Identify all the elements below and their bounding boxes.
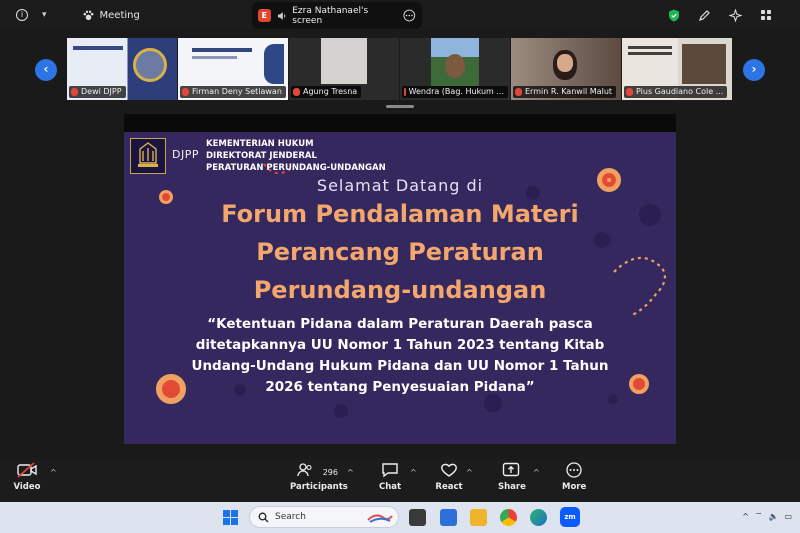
mic-muted-icon [404, 88, 406, 96]
participant-tile[interactable]: Agung Tresna [289, 38, 399, 100]
search-placeholder: Search [275, 512, 306, 522]
windows-logo-icon [223, 510, 238, 525]
speaker-icon [277, 11, 285, 20]
thumbnail-detail [628, 46, 672, 49]
meeting-menu[interactable]: Meeting [83, 10, 140, 21]
screen-share-indicator[interactable]: E Ezra Nathanael's screen [252, 2, 422, 29]
thumbnail-detail [264, 44, 284, 84]
ministry-heading: KEMENTERIAN HUKUM DIREKTORAT JENDERAL PE… [206, 139, 386, 173]
participant-name-label: Ermin R. Kanwil Malut [513, 86, 617, 98]
participant-name-label: Pius Gaudiano Cole ... [624, 86, 728, 98]
strip-resize-handle[interactable] [386, 105, 414, 108]
more-options-icon[interactable] [403, 9, 416, 22]
participant-tile[interactable]: Ermin R. Kanwil Malut [511, 38, 621, 100]
meeting-label: Meeting [99, 9, 140, 21]
share-options-caret[interactable]: ^ [533, 468, 540, 477]
edge-icon[interactable] [530, 509, 547, 526]
share-label: Ezra Nathanael's screen [292, 5, 369, 26]
search-icon [258, 512, 269, 522]
mic-muted-icon [182, 88, 189, 96]
participant-tile[interactable]: Firman Deny Setiawan [178, 38, 288, 100]
network-wifi-icon[interactable]: ⌔ [755, 511, 763, 521]
paw-icon [83, 10, 93, 20]
start-button[interactable] [222, 509, 239, 526]
participant-tile[interactable]: Dewi DJPP [67, 38, 177, 100]
thumbnail-detail [192, 48, 252, 52]
sparkle-icon[interactable] [729, 8, 742, 22]
participant-name-label: Wendra (Bag. Hukum ... [402, 86, 508, 98]
djpp-logo-text: DJPP [172, 148, 199, 161]
thumbnail-detail [445, 54, 465, 78]
participant-name-label: Firman Deny Setiawan [180, 86, 286, 98]
notepad-icon[interactable] [440, 509, 457, 526]
thumbnail-detail [628, 52, 672, 55]
participant-name-label: Agung Tresna [291, 86, 362, 98]
windows-taskbar: Search zm ^ ⌔ 🔈 ▭ [0, 502, 800, 533]
mic-muted-icon [293, 88, 300, 96]
annotate-pen-icon[interactable] [698, 9, 711, 22]
chat-icon [382, 463, 398, 478]
thumbnail-detail [192, 56, 237, 59]
security-shield-icon[interactable] [668, 9, 680, 22]
forum-title-line-2: Perancang Peraturan [256, 238, 544, 266]
thumbnail-detail [682, 44, 726, 84]
participant-name-label: Dewi DJPP [69, 86, 126, 98]
thumbnail-detail [73, 46, 123, 50]
mic-muted-icon [71, 88, 78, 96]
chat-options-caret[interactable]: ^ [410, 468, 417, 477]
participants-button[interactable]: 296 Participants [290, 462, 348, 492]
more-button[interactable]: More [562, 462, 586, 492]
share-button[interactable]: Share [498, 462, 526, 492]
battery-icon[interactable]: ▭ [784, 512, 792, 521]
forum-title-line-3: Perundang-undangan [253, 276, 547, 304]
chrome-icon[interactable] [500, 509, 517, 526]
info-icon[interactable]: i [16, 9, 28, 21]
share-screen-icon [502, 462, 520, 477]
participants-count: 296 [322, 467, 338, 477]
volume-icon[interactable]: 🔈 [768, 512, 778, 521]
participants-options-caret[interactable]: ^ [347, 468, 354, 477]
participant-tile[interactable]: Pius Gaudiano Cole ... [622, 38, 732, 100]
react-button[interactable]: React [435, 462, 463, 492]
taskbar-search-box[interactable]: Search [249, 506, 399, 528]
meeting-controls: Video ^ 296 Participants ^ Chat ^ React … [0, 458, 800, 502]
task-view-icon[interactable] [409, 509, 426, 526]
video-off-icon [17, 462, 37, 478]
participant-tile[interactable]: Wendra (Bag. Hukum ... [400, 38, 510, 100]
search-highlight-icon [367, 514, 393, 523]
sharer-avatar: E [258, 9, 271, 22]
video-button[interactable]: Video [10, 462, 44, 492]
chat-button[interactable]: Chat [378, 462, 402, 492]
welcome-text: Selamat Datang di [316, 176, 484, 195]
chevron-down-icon[interactable]: ▾ [42, 10, 47, 20]
video-thumbnail [321, 38, 367, 84]
video-options-caret[interactable]: ^ [50, 468, 57, 477]
more-icon [566, 462, 582, 478]
view-grid-icon[interactable] [760, 9, 772, 21]
react-options-caret[interactable]: ^ [466, 468, 473, 477]
next-page-button[interactable]: › [743, 59, 765, 81]
thumbnail-detail [133, 48, 167, 82]
kemenkumham-logo [130, 138, 166, 174]
system-tray: ^ ⌔ 🔈 ▭ [742, 511, 792, 521]
forum-title-line-1: Forum Pendalaman Materi [221, 200, 579, 228]
decor-dot [334, 404, 348, 418]
previous-page-button[interactable]: ‹ [35, 59, 57, 81]
mic-muted-icon [626, 88, 633, 96]
meeting-top-bar: i ▾ Meeting E Ezra Nathanael's screen [0, 0, 800, 30]
zoom-app-icon[interactable]: zm [560, 507, 580, 527]
slide-top-border [124, 114, 676, 132]
thumbnail-detail [557, 54, 573, 72]
participant-strip: ‹ › Dewi DJPP Firman Deny Setiawan Agung… [0, 30, 800, 108]
topic-quote: “Ketentuan Pidana dalam Peraturan Daerah… [191, 316, 609, 395]
tray-expand-icon[interactable]: ^ [742, 512, 749, 521]
heart-icon [441, 463, 457, 477]
file-explorer-icon[interactable] [470, 509, 487, 526]
mic-muted-icon [515, 88, 522, 96]
participants-icon [297, 463, 312, 477]
shared-screen: DJPP KEMENTERIAN HUKUM DIREKTORAT JENDER… [124, 114, 676, 444]
